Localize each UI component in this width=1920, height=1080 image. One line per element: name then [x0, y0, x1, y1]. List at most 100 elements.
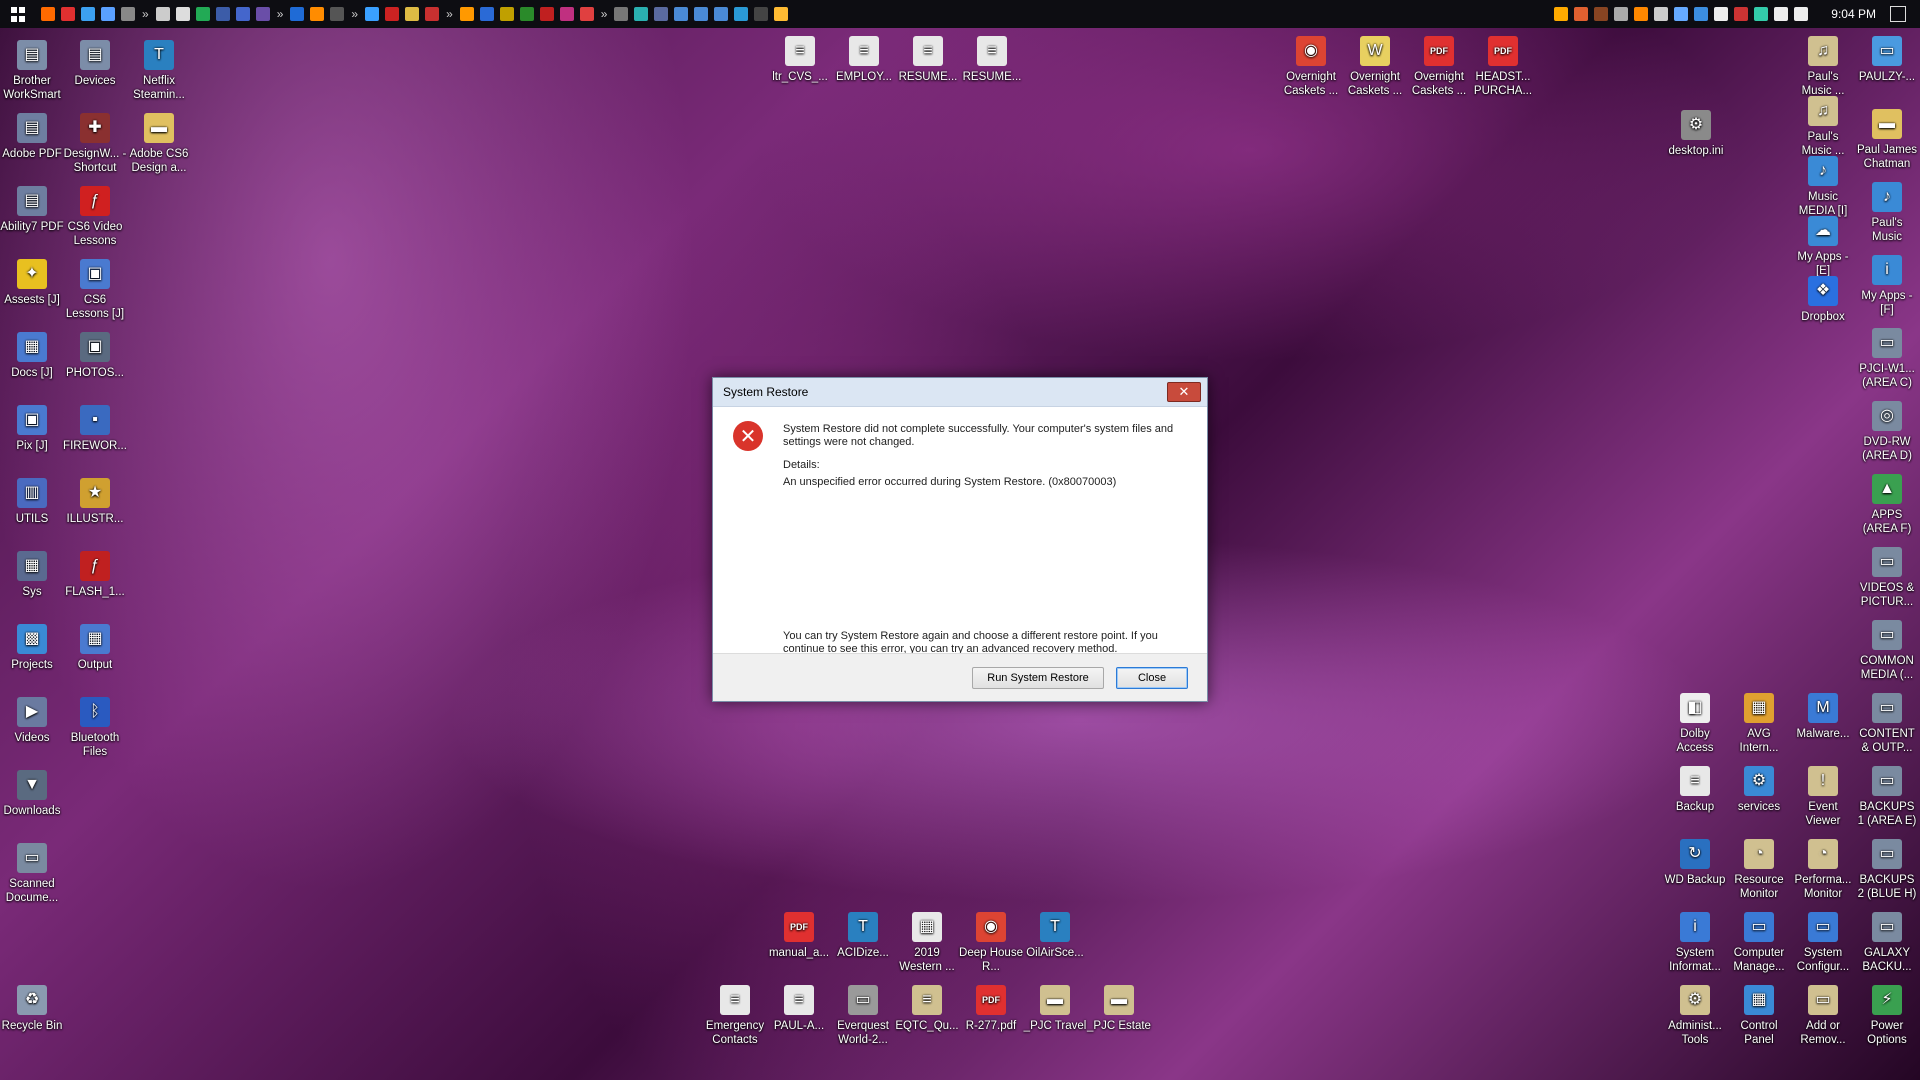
desktop-icon[interactable]: i System Informat...: [1663, 912, 1727, 974]
desktop-icon[interactable]: ✚ DesignW... - Shortcut: [63, 113, 127, 175]
desktop-icon[interactable]: ▶ Videos: [0, 697, 64, 745]
desktop-icon[interactable]: ▦ Output: [63, 624, 127, 672]
desktop-icon[interactable]: ▭ PAULZY-...: [1855, 36, 1919, 84]
taskbar-app-icon[interactable]: [539, 7, 554, 21]
desktop-icon[interactable]: ▣ Pix [J]: [0, 405, 64, 453]
taskbar-app-icon[interactable]: [195, 7, 210, 21]
taskbar-app-icon[interactable]: [774, 7, 789, 21]
desktop-icon[interactable]: ♻ Recycle Bin: [0, 985, 64, 1033]
desktop-icon[interactable]: ◔ Resource Monitor: [1727, 839, 1791, 901]
desktop-icon[interactable]: PDF manual_a...: [767, 912, 831, 960]
desktop-icon[interactable]: ▭ CONTENT & OUTP...: [1855, 693, 1919, 755]
desktop-icon[interactable]: ▭ System Configur...: [1791, 912, 1855, 974]
desktop-icon[interactable]: ≡ EMPLOY...: [832, 36, 896, 84]
desktop-icon[interactable]: ♫ Paul's Music ...: [1791, 96, 1855, 158]
taskbar-app-icon[interactable]: [101, 7, 115, 21]
desktop-icon[interactable]: ♪ Paul's Music: [1855, 182, 1919, 244]
toolbar-overflow-icon[interactable]: »: [142, 7, 149, 21]
taskbar-app-icon[interactable]: [674, 7, 689, 21]
run-system-restore-button[interactable]: Run System Restore: [972, 667, 1104, 689]
tray-icon[interactable]: [1714, 7, 1729, 21]
desktop-icon[interactable]: ↻ WD Backup: [1663, 839, 1727, 887]
desktop-icon[interactable]: ▤ Ability7 PDF: [0, 186, 64, 234]
desktop-icon[interactable]: ▦ Sys: [0, 551, 64, 599]
desktop-icon[interactable]: ▬ _PJC Travel: [1023, 985, 1087, 1033]
toolbar-overflow-icon[interactable]: »: [601, 7, 608, 21]
toolbar-overflow-icon[interactable]: »: [277, 7, 284, 21]
desktop-icon[interactable]: ▤ Brother WorkSmart: [0, 40, 64, 102]
close-button[interactable]: Close: [1116, 667, 1188, 689]
taskbar-app-icon[interactable]: [425, 7, 440, 21]
taskbar-app-icon[interactable]: [330, 7, 345, 21]
desktop-icon[interactable]: ▭ BACKUPS 1 (AREA E): [1855, 766, 1919, 828]
taskbar-app-icon[interactable]: [385, 7, 400, 21]
desktop-icon[interactable]: ▦ Control Panel: [1727, 985, 1791, 1047]
taskbar-app-icon[interactable]: [499, 7, 514, 21]
desktop-icon[interactable]: ▼ Downloads: [0, 770, 64, 818]
desktop-icon[interactable]: ★ ILLUSTR...: [63, 478, 127, 526]
desktop-icon[interactable]: ▭ VIDEOS & PICTUR...: [1855, 547, 1919, 609]
desktop-icon[interactable]: ▭ COMMON MEDIA (...: [1855, 620, 1919, 682]
desktop-icon[interactable]: ! Event Viewer: [1791, 766, 1855, 828]
tray-icon[interactable]: [1674, 7, 1689, 21]
taskbar-app-icon[interactable]: [634, 7, 649, 21]
desktop-icon[interactable]: ▩ Projects: [0, 624, 64, 672]
desktop-icon[interactable]: PDF HEADST... PURCHA...: [1471, 36, 1535, 98]
desktop-icon[interactable]: ▭ BACKUPS 2 (BLUE H): [1855, 839, 1919, 901]
desktop-icon[interactable]: ▣ CS6 Lessons [J]: [63, 259, 127, 321]
taskbar-app-icon[interactable]: [459, 7, 474, 21]
dialog-titlebar[interactable]: System Restore ✕: [713, 378, 1207, 407]
tray-icon[interactable]: [1734, 7, 1749, 21]
taskbar-app-icon[interactable]: [155, 7, 170, 21]
taskbar-app-icon[interactable]: [61, 7, 75, 21]
close-icon[interactable]: ✕: [1167, 382, 1201, 402]
toolbar-overflow-icon[interactable]: »: [446, 7, 453, 21]
desktop-icon[interactable]: ♪ Music MEDIA [I]: [1791, 156, 1855, 218]
tray-icon[interactable]: [1594, 7, 1609, 21]
desktop-icon[interactable]: ⚡ Power Options: [1855, 985, 1919, 1047]
desktop-icon[interactable]: ▤ Devices: [63, 40, 127, 88]
desktop-icon[interactable]: ▬ _PJC Estate: [1087, 985, 1151, 1033]
desktop-icon[interactable]: ✦ Assests [J]: [0, 259, 64, 307]
tray-icon[interactable]: [1554, 7, 1569, 21]
desktop-icon[interactable]: ▦ AVG Intern...: [1727, 693, 1791, 755]
taskbar-app-icon[interactable]: [479, 7, 494, 21]
desktop-icon[interactable]: ⚙ Administ... Tools: [1663, 985, 1727, 1047]
desktop-icon[interactable]: ▦ 2019 Western ...: [895, 912, 959, 974]
tray-icon[interactable]: [1794, 7, 1809, 21]
taskbar-app-icon[interactable]: [290, 7, 305, 21]
desktop-icon[interactable]: ▥ UTILS: [0, 478, 64, 526]
desktop-icon[interactable]: ◧ Dolby Access: [1663, 693, 1727, 755]
clock[interactable]: 9:04 PM: [1831, 7, 1876, 21]
tray-icon[interactable]: [1634, 7, 1649, 21]
desktop-icon[interactable]: T Netflix Steamin...: [127, 40, 191, 102]
desktop-icon[interactable]: ◉ Overnight Caskets ...: [1279, 36, 1343, 98]
toolbar-overflow-icon[interactable]: »: [351, 7, 358, 21]
tray-icon[interactable]: [1754, 7, 1769, 21]
taskbar-app-icon[interactable]: [654, 7, 669, 21]
desktop-icon[interactable]: PDF R-277.pdf: [959, 985, 1023, 1033]
taskbar-app-icon[interactable]: [310, 7, 325, 21]
desktop-icon[interactable]: ♫ Paul's Music ...: [1791, 36, 1855, 98]
desktop-icon[interactable]: ƒ CS6 Video Lessons: [63, 186, 127, 248]
taskbar-app-icon[interactable]: [81, 7, 95, 21]
desktop-icon[interactable]: ▬ Paul James Chatman: [1855, 109, 1919, 171]
taskbar-app-icon[interactable]: [41, 7, 55, 21]
desktop-icon[interactable]: ▭ PJCI-W1... (AREA C): [1855, 328, 1919, 390]
desktop-icon[interactable]: ◉ Deep House R...: [959, 912, 1023, 974]
desktop-icon[interactable]: ≡ Backup: [1663, 766, 1727, 814]
desktop-icon[interactable]: ▭ Computer Manage...: [1727, 912, 1791, 974]
taskbar-app-icon[interactable]: [579, 7, 594, 21]
desktop-icon[interactable]: ▪ FIREWOR...: [63, 405, 127, 453]
notification-center-icon[interactable]: [1890, 6, 1906, 22]
desktop-icon[interactable]: ▭ Everquest World-2...: [831, 985, 895, 1047]
desktop-icon[interactable]: ⚙ desktop.ini: [1664, 110, 1728, 158]
tray-icon[interactable]: [1694, 7, 1709, 21]
desktop-icon[interactable]: ≡ EQTC_Qu...: [895, 985, 959, 1033]
desktop-icon[interactable]: ◎ DVD-RW (AREA D): [1855, 401, 1919, 463]
tray-icon[interactable]: [1574, 7, 1589, 21]
tray-icon[interactable]: [1614, 7, 1629, 21]
taskbar-app-icon[interactable]: [365, 7, 380, 21]
desktop-icon[interactable]: ≡ ltr_CVS_...: [768, 36, 832, 84]
desktop-icon[interactable]: ◔ Performa... Monitor: [1791, 839, 1855, 901]
